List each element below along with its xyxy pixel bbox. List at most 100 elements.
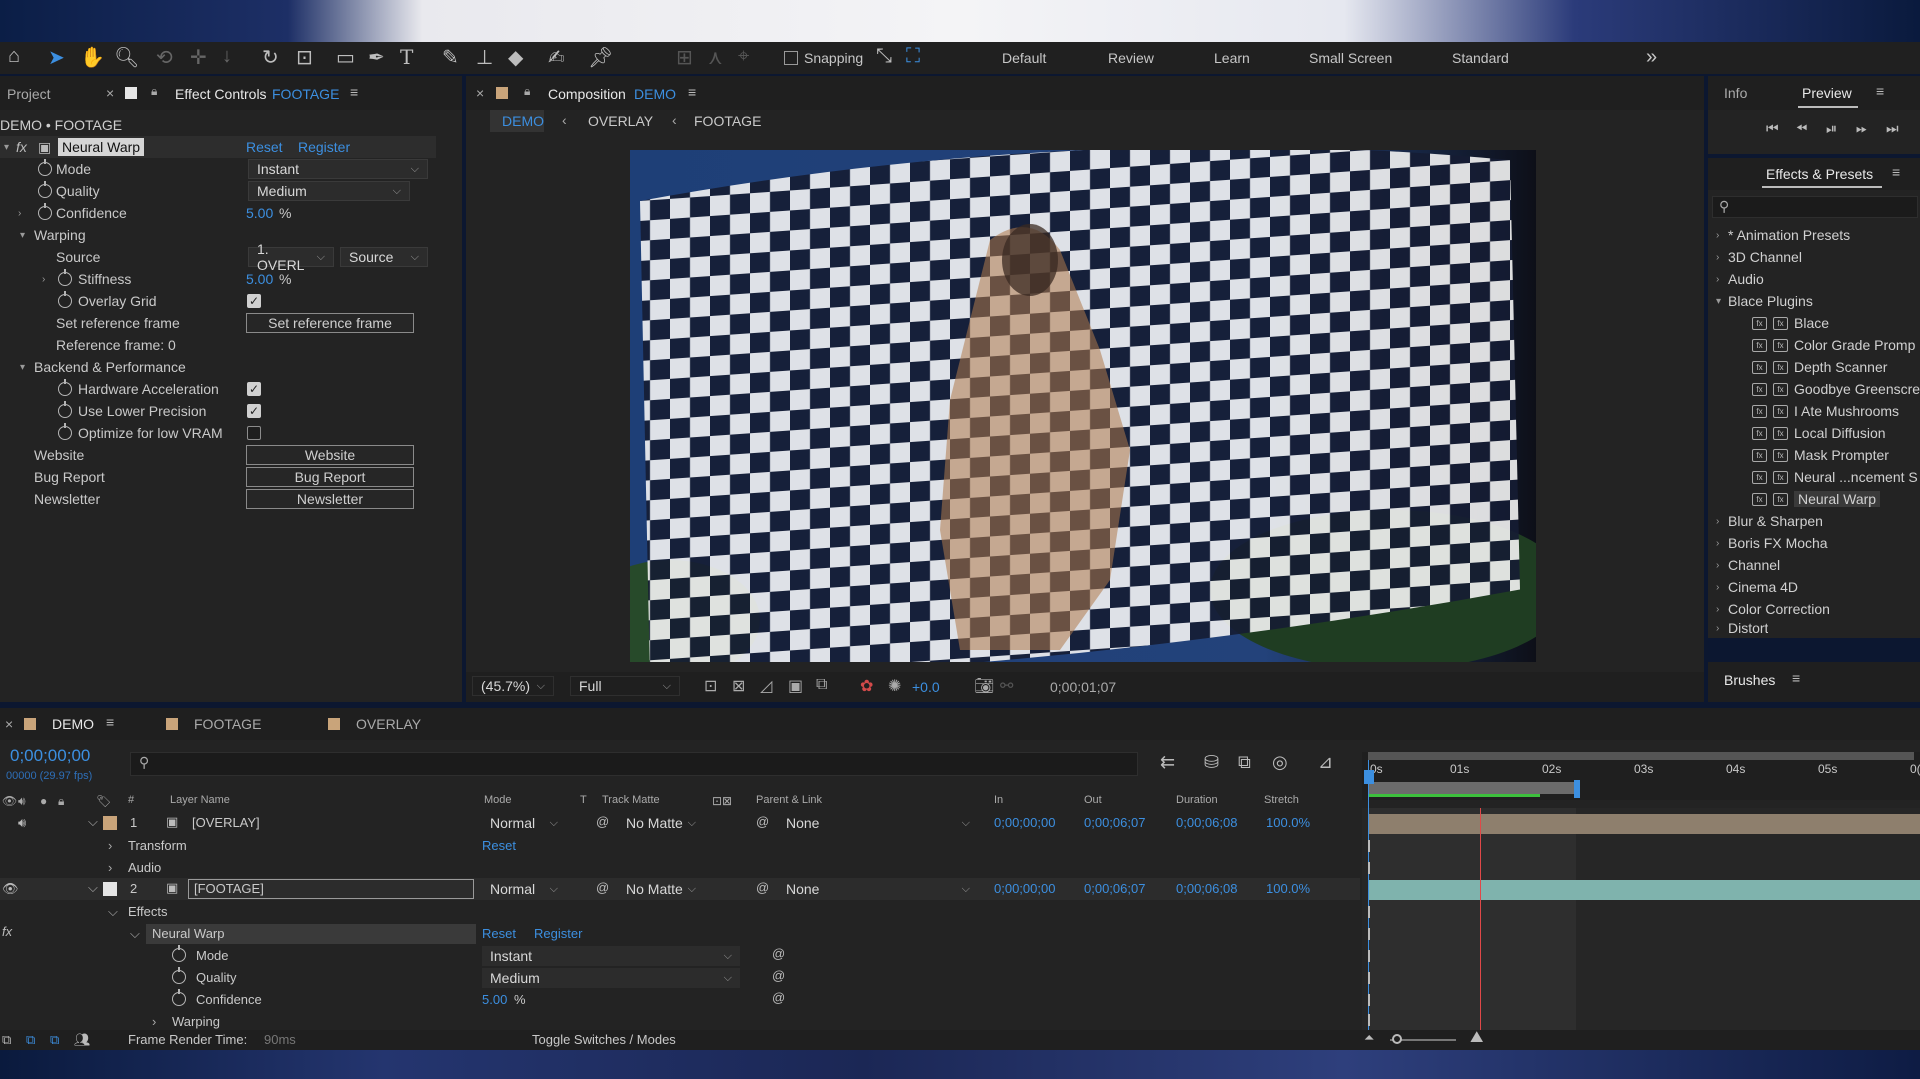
bug-report-button[interactable]: Bug Report — [246, 467, 414, 487]
transparency-grid-icon[interactable]: ⊠ — [732, 676, 745, 696]
stiffness-expand-toggle[interactable]: › — [42, 268, 54, 290]
list-item[interactable]: › * Animation Presets — [1716, 225, 1850, 245]
align-icon[interactable]: ⊞ — [676, 45, 693, 70]
panel-menu-icon[interactable]: ≡ — [1792, 670, 1800, 686]
anchor-tool-icon[interactable]: ⊡ — [296, 45, 313, 70]
list-item[interactable]: fx fx I Ate Mushrooms — [1752, 401, 1899, 421]
list-item[interactable]: › Channel — [1716, 555, 1780, 575]
hw-accel-stopwatch-icon[interactable] — [58, 378, 78, 400]
snapping-checkbox[interactable] — [784, 51, 798, 65]
work-area-bar[interactable] — [1368, 752, 1914, 760]
fx-toggle-icon[interactable]: fx — [2, 924, 12, 939]
list-item[interactable]: › 3D Channel — [1716, 247, 1802, 267]
comp-button-icon[interactable]: ⧉ — [2, 1032, 11, 1048]
layer-stretch[interactable]: 100.0% — [1266, 881, 1310, 896]
solo-icon[interactable]: ● — [40, 794, 47, 808]
parent-pickwhip-icon[interactable]: @ — [756, 880, 769, 895]
keyframe-marker[interactable] — [1368, 972, 1371, 984]
list-item[interactable]: fx fx Mask Prompter — [1752, 445, 1889, 465]
orbit-tool-icon[interactable]: ⟲ — [156, 45, 173, 70]
draft-3d-icon[interactable]: ⛁ — [1204, 752, 1219, 773]
puppet-pin-icon[interactable]: 📌︎ — [588, 45, 613, 70]
effect-name[interactable]: Neural Warp — [58, 138, 145, 156]
panel-menu-icon[interactable]: ≡ — [688, 84, 696, 100]
timeline-search-input[interactable]: ⚲ — [130, 752, 1138, 776]
current-time-display[interactable]: 0;00;01;07 — [1050, 679, 1116, 695]
hw-accel-checkbox[interactable]: ✓ — [247, 382, 261, 396]
panel-menu-icon[interactable]: ≡ — [1876, 83, 1884, 99]
layer-mode-dropdown[interactable]: Normal ⌵ — [482, 813, 566, 833]
lock-icon[interactable]: 🔒︎ — [58, 794, 64, 809]
frame-blending-icon[interactable]: ◎ — [1272, 752, 1288, 773]
layer-bar-footage[interactable] — [1368, 880, 1920, 900]
world-axis-icon[interactable]: ⌖ — [738, 45, 749, 68]
panel-menu-icon[interactable]: ≡ — [350, 84, 358, 100]
pen-tool-icon[interactable]: ✒ — [368, 45, 385, 70]
label-tag-icon[interactable]: 🏷︎ — [96, 794, 111, 808]
selection-tool-icon[interactable]: ➤ — [48, 45, 65, 70]
roto-brush-icon[interactable]: ✍ — [548, 45, 565, 70]
breadcrumb-overlay[interactable]: OVERLAY — [588, 113, 653, 129]
previous-frame-icon[interactable]: ⏪︎ — [1796, 120, 1807, 137]
timeline-mode-dropdown[interactable]: Instant ⌵ — [482, 946, 740, 966]
axis-icon[interactable]: ⋏ — [708, 45, 723, 70]
type-tool-icon[interactable]: T — [400, 45, 413, 69]
timeline-zoom-slider[interactable] — [1390, 1034, 1456, 1044]
color-channels-icon[interactable]: ✿ — [860, 676, 873, 696]
overlay-grid-stopwatch-icon[interactable] — [58, 290, 78, 312]
list-item[interactable]: fx fx Blace — [1752, 313, 1829, 333]
source-layer-dropdown[interactable]: 1. OVERL ⌵ — [248, 241, 334, 273]
list-item[interactable]: › Blur & Sharpen — [1716, 511, 1823, 531]
list-item[interactable]: fx fx Local Diffusion — [1752, 423, 1886, 443]
track-matte-dropdown[interactable]: No Matte ⌵ — [618, 813, 704, 833]
effect-expand-toggle[interactable]: ⌵ — [130, 926, 140, 942]
reset-exposure-icon[interactable]: ✺ — [888, 676, 901, 696]
resolution-dropdown[interactable]: Full ⌵ — [570, 676, 680, 696]
keyframe-marker[interactable] — [1368, 840, 1371, 852]
list-item[interactable]: fx fx Color Grade Promp — [1752, 335, 1915, 355]
playhead-handle[interactable] — [1364, 770, 1374, 784]
hide-shy-layers-icon[interactable]: ⧉ — [1238, 752, 1251, 773]
layer-in-point[interactable]: 0;00;00;00 — [994, 881, 1055, 896]
warping-expand-toggle[interactable]: › — [152, 1014, 156, 1029]
keyframe-marker[interactable] — [1368, 1014, 1371, 1026]
matte-pickwhip-icon[interactable]: @ — [596, 814, 609, 829]
transform-reset-link[interactable]: Reset — [482, 838, 516, 853]
work-area-end-handle[interactable] — [1574, 780, 1580, 798]
source-type-dropdown[interactable]: Source ⌵ — [340, 247, 428, 267]
mode-stopwatch-icon[interactable] — [172, 945, 192, 965]
list-item[interactable]: ▾ Blace Plugins — [1716, 291, 1813, 311]
table-row-selected[interactable]: 👁︎ ⌵ 2 ▣ [FOOTAGE] Normal ⌵ @ No Matte ⌵ @… — [0, 878, 1360, 900]
3d-view-icon[interactable]: ⧉ — [816, 676, 827, 694]
overlay-grid-checkbox[interactable]: ✓ — [247, 294, 261, 308]
snapshot-camera-icon[interactable]: 📷︎ — [974, 676, 994, 696]
brush-tool-icon[interactable]: ✎ — [442, 45, 459, 70]
tab-project[interactable]: Project — [7, 86, 51, 102]
audio-icon[interactable]: 🔊︎ — [18, 794, 26, 809]
tab-effects-presets[interactable]: Effects & Presets — [1766, 166, 1873, 182]
expression-pickwhip-icon[interactable]: @ — [772, 946, 785, 961]
layer-collapse-toggle[interactable]: ⌵ — [88, 880, 98, 896]
layer-duration[interactable]: 0;00;06;08 — [1176, 815, 1237, 830]
column-layer-name[interactable]: Layer Name — [170, 794, 230, 806]
zoom-slider-thumb[interactable] — [1392, 1034, 1402, 1044]
last-frame-icon[interactable]: ⏭ — [1886, 120, 1899, 137]
keyframe-marker[interactable] — [1368, 906, 1371, 918]
effects-search-input[interactable]: ⚲ — [1712, 196, 1918, 218]
tab-brushes[interactable]: Brushes — [1724, 672, 1775, 688]
layer-name[interactable]: [FOOTAGE] — [194, 881, 264, 896]
home-icon[interactable]: ⌂ — [8, 45, 20, 68]
zoom-dropdown[interactable]: (45.7%) ⌵ — [472, 676, 554, 696]
timeline-tab-demo[interactable]: DEMO — [52, 716, 94, 732]
pan-tool-icon[interactable]: ✛ — [190, 45, 207, 70]
layer-switches-icon[interactable]: ⧉ — [26, 1032, 35, 1048]
layer-name[interactable]: [OVERLAY] — [192, 815, 260, 830]
confidence-value[interactable]: 5.00 — [246, 202, 273, 224]
list-item[interactable]: › Cinema 4D — [1716, 577, 1798, 597]
list-item[interactable]: › Boris FX Mocha — [1716, 533, 1828, 553]
mask-visibility-icon[interactable]: ◿ — [760, 676, 772, 696]
snap-edge-icon[interactable]: ⤡ — [876, 45, 892, 68]
layer-out-point[interactable]: 0;00;06;07 — [1084, 815, 1145, 830]
effects-expand-toggle[interactable]: ⌵ — [108, 904, 118, 920]
quality-dropdown[interactable]: Medium ⌵ — [248, 181, 410, 201]
